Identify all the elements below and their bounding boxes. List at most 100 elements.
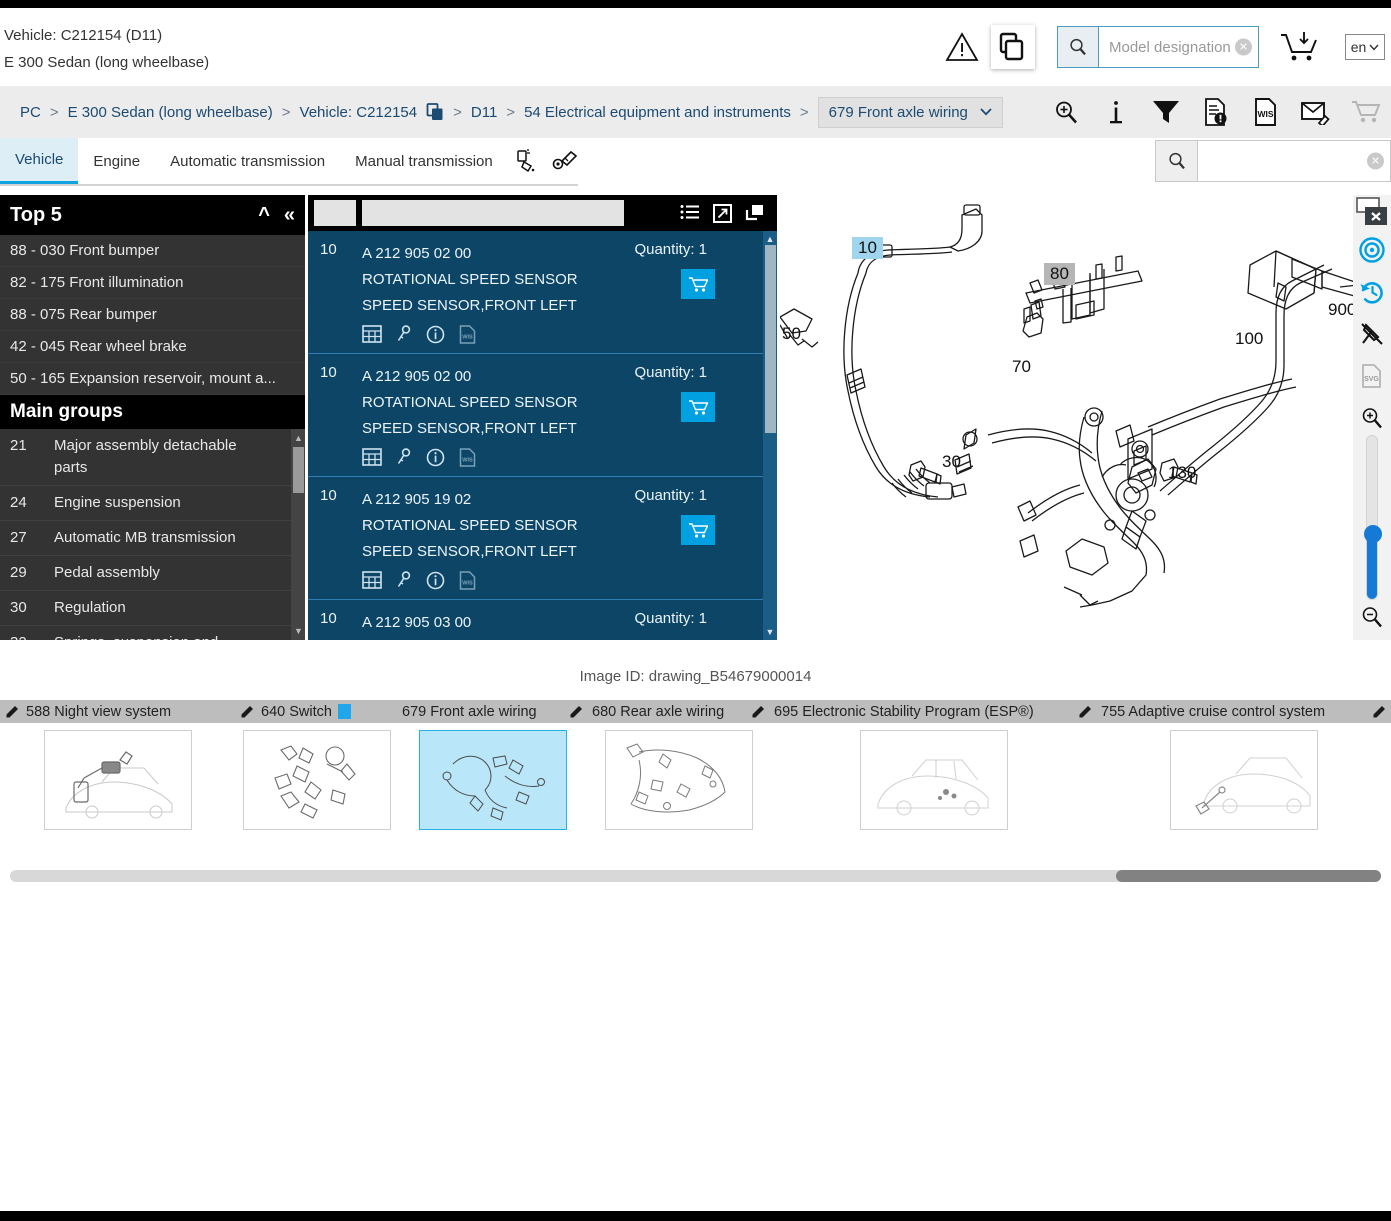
breadcrumb-item-pc[interactable]: PC xyxy=(20,104,41,121)
parts-search-input[interactable] xyxy=(1198,141,1390,181)
scrollbar-thumb[interactable] xyxy=(765,245,776,433)
info-icon[interactable] xyxy=(426,325,445,344)
scroll-up-icon[interactable]: ▲ xyxy=(765,232,775,246)
table-icon[interactable] xyxy=(362,571,382,589)
thumbnail-image[interactable] xyxy=(605,730,753,830)
tab-automatic-transmission[interactable]: Automatic transmission xyxy=(155,138,340,184)
thumbnail-image[interactable] xyxy=(1170,730,1318,830)
search-icon[interactable] xyxy=(1156,141,1198,181)
scrollbar-thumb[interactable] xyxy=(1116,870,1381,882)
table-icon[interactable] xyxy=(362,325,382,343)
edit-icon[interactable] xyxy=(239,704,255,720)
info-icon[interactable] xyxy=(426,448,445,467)
thumbnail-679[interactable]: 679 Front axle wiring xyxy=(398,700,588,835)
tab-manual-transmission[interactable]: Manual transmission xyxy=(340,138,508,184)
edit-icon[interactable] xyxy=(750,704,766,720)
expand-icon[interactable] xyxy=(711,202,733,224)
main-groups-scrollbar[interactable]: ▲ ▼ xyxy=(291,429,305,640)
main-group-item-29[interactable]: 29 Pedal assembly xyxy=(0,556,305,591)
main-group-item-24[interactable]: 24 Engine suspension xyxy=(0,486,305,521)
add-part-to-cart-button[interactable] xyxy=(681,269,715,299)
part-row[interactable]: 10 A 212 905 19 02 ROTATIONAL SPEED SENS… xyxy=(308,477,777,600)
drawing-callout-100[interactable]: 100 xyxy=(1235,329,1263,349)
top5-item-2[interactable]: 88 - 075 Rear bumper xyxy=(0,299,305,331)
language-selector[interactable]: en xyxy=(1345,34,1385,60)
drawing-callout-30[interactable]: 30 xyxy=(942,452,961,472)
drawing-callout-10[interactable]: 10 xyxy=(852,237,883,259)
thumbnail-image[interactable] xyxy=(43,730,192,830)
warning-triangle-icon[interactable] xyxy=(939,24,985,70)
zoom-slider-handle[interactable] xyxy=(1364,525,1382,543)
tab-engine[interactable]: Engine xyxy=(78,138,155,184)
tab-vehicle[interactable]: Vehicle xyxy=(0,138,79,184)
search-icon[interactable] xyxy=(1058,27,1098,67)
edit-icon[interactable] xyxy=(568,704,584,720)
table-icon[interactable] xyxy=(362,448,382,466)
thumbnail-strip-scrollbar[interactable] xyxy=(10,870,1381,882)
scrollbar-thumb[interactable] xyxy=(293,447,304,493)
target-icon[interactable] xyxy=(1353,229,1391,271)
key-icon[interactable] xyxy=(396,325,412,343)
breadcrumb-item-group[interactable]: 54 Electrical equipment and instruments xyxy=(524,104,791,121)
part-row[interactable]: 10 A 212 905 02 00 ROTATIONAL SPEED SENS… xyxy=(308,231,777,354)
thumbnail-image-selected[interactable] xyxy=(419,730,567,830)
collapse-left-icon[interactable]: « xyxy=(284,204,295,227)
copy-documents-icon[interactable] xyxy=(991,25,1035,69)
top5-item-3[interactable]: 42 - 045 Rear wheel brake xyxy=(0,331,305,363)
thumbnail-640[interactable]: 640 Switch xyxy=(235,700,398,835)
clear-search-icon[interactable]: ✕ xyxy=(1367,152,1384,170)
list-view-icon[interactable] xyxy=(679,202,701,224)
equipment-code-icon[interactable] xyxy=(546,138,584,184)
info-icon[interactable] xyxy=(1101,97,1131,127)
duplicate-icon[interactable] xyxy=(743,202,765,224)
breadcrumb-item-d11[interactable]: D11 xyxy=(471,104,497,121)
thumbnail-588[interactable]: 588 Night view system xyxy=(0,700,235,835)
edit-icon[interactable] xyxy=(4,704,20,720)
zoom-in-icon[interactable] xyxy=(1051,97,1081,127)
zoom-in-icon[interactable] xyxy=(1353,397,1391,439)
main-group-item-21[interactable]: 21 Major assembly detachable parts xyxy=(0,429,305,486)
scroll-down-icon[interactable]: ▼ xyxy=(765,625,775,639)
main-group-item-32[interactable]: 32 Springs, suspension and xyxy=(0,626,305,640)
scroll-down-icon[interactable]: ▼ xyxy=(293,624,304,638)
key-icon[interactable] xyxy=(396,571,412,589)
drawing-callout-80[interactable]: 80 xyxy=(1044,263,1075,285)
thumbnail-695[interactable]: 695 Electronic Stability Program (ESP®) xyxy=(770,700,1097,835)
edit-icon[interactable] xyxy=(1371,704,1387,720)
history-reset-icon[interactable] xyxy=(1353,271,1391,313)
wis-document-icon[interactable]: WIS xyxy=(1251,97,1281,127)
part-row[interactable]: 10 A 212 905 03 00 Quantity: 1 xyxy=(308,600,777,640)
top5-item-0[interactable]: 88 - 030 Front bumper xyxy=(0,235,305,267)
add-part-to-cart-button[interactable] xyxy=(681,392,715,422)
add-to-cart-icon[interactable] xyxy=(1273,30,1327,64)
drawing-canvas[interactable]: 10 80 900 100 50 70 30 130 SVG xyxy=(780,195,1391,640)
parts-filter-number-box[interactable] xyxy=(314,200,356,226)
zoom-out-icon[interactable] xyxy=(1353,596,1391,638)
top5-item-1[interactable]: 82 - 175 Front illumination xyxy=(0,267,305,299)
filter-icon[interactable] xyxy=(1151,97,1181,127)
clear-search-icon[interactable]: ✕ xyxy=(1235,38,1252,56)
parts-filter-text-box[interactable] xyxy=(362,200,624,226)
drawing-callout-50[interactable]: 50 xyxy=(782,324,801,344)
thumbnail-image[interactable] xyxy=(242,730,391,830)
scroll-up-icon[interactable]: ▲ xyxy=(293,431,304,445)
paint-code-icon[interactable] xyxy=(508,138,546,184)
thumbnail-755[interactable]: 755 Adaptive cruise control system xyxy=(1097,700,1391,835)
main-group-item-30[interactable]: 30 Regulation xyxy=(0,591,305,626)
thumbnail-image[interactable] xyxy=(859,730,1008,830)
add-part-to-cart-button[interactable] xyxy=(681,515,715,545)
collapse-up-icon[interactable]: ^ xyxy=(258,204,270,227)
breadcrumb-copy-icon[interactable] xyxy=(426,103,444,121)
drawing-callout-70[interactable]: 70 xyxy=(1012,357,1031,377)
info-icon[interactable] xyxy=(426,571,445,590)
breadcrumb-item-vehicle[interactable]: Vehicle: C212154 xyxy=(300,104,418,121)
thumbnail-680[interactable]: 680 Rear axle wiring xyxy=(588,700,770,835)
main-group-item-27[interactable]: 27 Automatic MB transmission xyxy=(0,521,305,556)
document-alert-icon[interactable] xyxy=(1201,97,1231,127)
top5-item-4[interactable]: 50 - 165 Expansion reservoir, mount a... xyxy=(0,363,305,395)
parts-list-scrollbar[interactable]: ▲ ▼ xyxy=(763,231,777,640)
breadcrumb-item-model[interactable]: E 300 Sedan (long wheelbase) xyxy=(68,104,273,121)
breadcrumb-assembly-dropdown[interactable]: 679 Front axle wiring xyxy=(817,96,1003,128)
drawing-callout-130[interactable]: 130 xyxy=(1168,463,1196,483)
close-window-icon[interactable] xyxy=(1355,197,1389,227)
